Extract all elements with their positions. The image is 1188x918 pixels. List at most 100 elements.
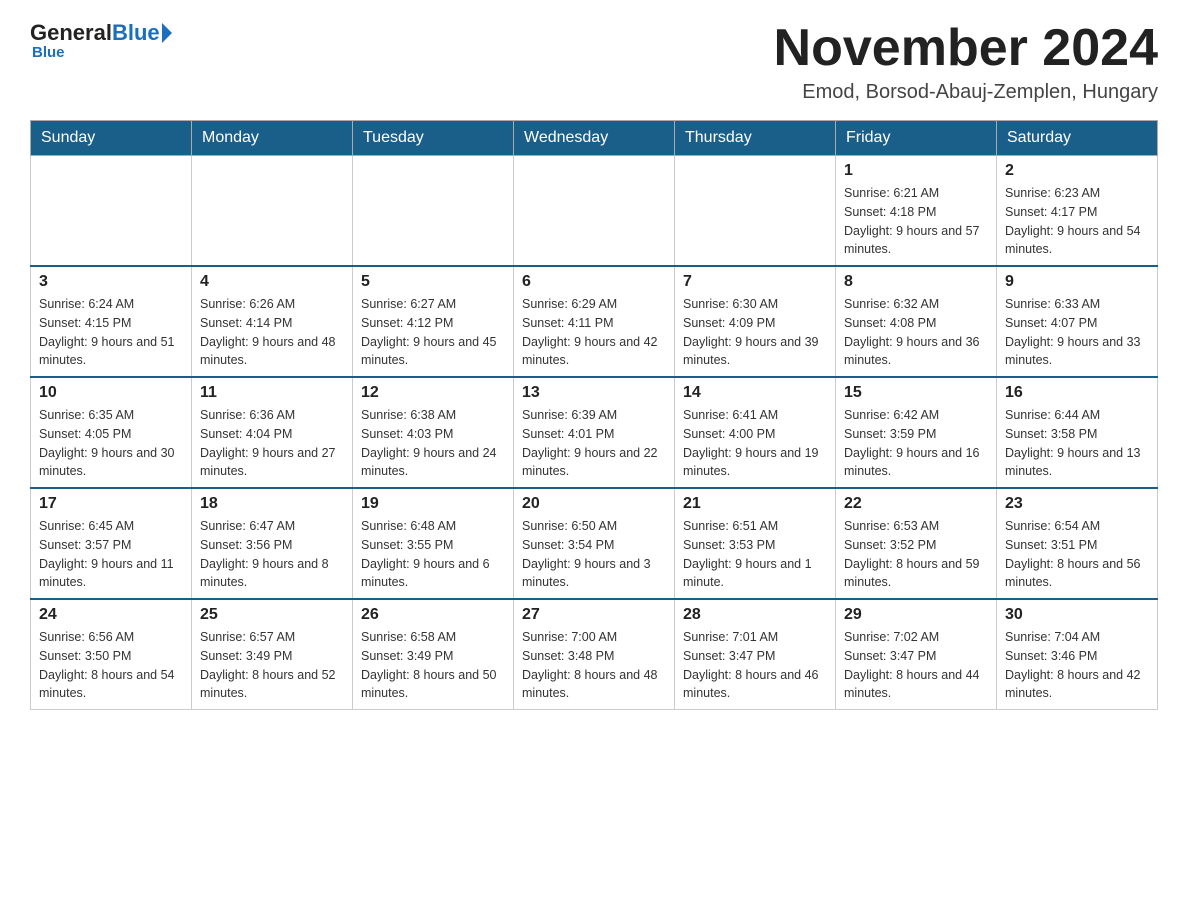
cell-sun-info: Sunrise: 6:54 AMSunset: 3:51 PMDaylight:… bbox=[1005, 517, 1149, 592]
cell-day-number: 15 bbox=[844, 384, 988, 402]
calendar-cell bbox=[675, 156, 836, 267]
cell-sun-info: Sunrise: 6:24 AMSunset: 4:15 PMDaylight:… bbox=[39, 295, 183, 370]
cell-sun-info: Sunrise: 6:44 AMSunset: 3:58 PMDaylight:… bbox=[1005, 406, 1149, 481]
calendar-cell: 18 Sunrise: 6:47 AMSunset: 3:56 PMDayligh… bbox=[192, 488, 353, 599]
cell-day-number: 8 bbox=[844, 273, 988, 291]
cell-day-number: 13 bbox=[522, 384, 666, 402]
calendar-cell: 16Sunrise: 6:44 AMSunset: 3:58 PMDayligh… bbox=[997, 377, 1158, 488]
calendar-cell: 3 Sunrise: 6:24 AMSunset: 4:15 PMDaylight… bbox=[31, 266, 192, 377]
calendar-cell: 8 Sunrise: 6:32 AMSunset: 4:08 PMDaylight… bbox=[836, 266, 997, 377]
cell-day-number: 2 bbox=[1005, 162, 1149, 180]
calendar-cell bbox=[514, 156, 675, 267]
cell-day-number: 1 bbox=[844, 162, 988, 180]
logo-container: GeneralBlue Blue bbox=[30, 20, 172, 61]
cell-day-number: 25 bbox=[200, 606, 344, 624]
calendar-cell: 11 Sunrise: 6:36 AMSunset: 4:04 PMDayligh… bbox=[192, 377, 353, 488]
weekday-header-tuesday: Tuesday bbox=[353, 121, 514, 156]
cell-sun-info: Sunrise: 7:00 AMSunset: 3:48 PMDaylight:… bbox=[522, 628, 666, 703]
logo-tagline: Blue bbox=[32, 44, 65, 61]
month-title: November 2024 bbox=[774, 20, 1158, 77]
cell-sun-info: Sunrise: 6:23 AMSunset: 4:17 PMDaylight:… bbox=[1005, 184, 1149, 259]
cell-day-number: 26 bbox=[361, 606, 505, 624]
cell-sun-info: Sunrise: 6:27 AMSunset: 4:12 PMDaylight:… bbox=[361, 295, 505, 370]
cell-sun-info: Sunrise: 6:58 AMSunset: 3:49 PMDaylight:… bbox=[361, 628, 505, 703]
cell-day-number: 18 bbox=[200, 495, 344, 513]
cell-day-number: 28 bbox=[683, 606, 827, 624]
cell-day-number: 9 bbox=[1005, 273, 1149, 291]
cell-sun-info: Sunrise: 6:42 AMSunset: 3:59 PMDaylight:… bbox=[844, 406, 988, 481]
calendar-cell: 21 Sunrise: 6:51 AMSunset: 3:53 PMDayligh… bbox=[675, 488, 836, 599]
weekday-header-saturday: Saturday bbox=[997, 121, 1158, 156]
cell-sun-info: Sunrise: 6:41 AMSunset: 4:00 PMDaylight:… bbox=[683, 406, 827, 481]
calendar-cell: 7Sunrise: 6:30 AMSunset: 4:09 PMDaylight… bbox=[675, 266, 836, 377]
logo-arrow-icon bbox=[162, 23, 172, 43]
weekday-header-wednesday: Wednesday bbox=[514, 121, 675, 156]
calendar-cell: 12 Sunrise: 6:38 AMSunset: 4:03 PMDayligh… bbox=[353, 377, 514, 488]
cell-day-number: 12 bbox=[361, 384, 505, 402]
weekday-header-thursday: Thursday bbox=[675, 121, 836, 156]
cell-sun-info: Sunrise: 6:45 AMSunset: 3:57 PMDaylight:… bbox=[39, 517, 183, 592]
cell-day-number: 14 bbox=[683, 384, 827, 402]
cell-day-number: 10 bbox=[39, 384, 183, 402]
calendar-cell: 15 Sunrise: 6:42 AMSunset: 3:59 PMDayligh… bbox=[836, 377, 997, 488]
location-subtitle: Emod, Borsod-Abauj-Zemplen, Hungary bbox=[774, 81, 1158, 104]
calendar-cell: 17 Sunrise: 6:45 AMSunset: 3:57 PMDayligh… bbox=[31, 488, 192, 599]
cell-day-number: 19 bbox=[361, 495, 505, 513]
cell-sun-info: Sunrise: 6:29 AMSunset: 4:11 PMDaylight:… bbox=[522, 295, 666, 370]
calendar-week-row-2: 10 Sunrise: 6:35 AMSunset: 4:05 PMDayligh… bbox=[31, 377, 1158, 488]
cell-day-number: 27 bbox=[522, 606, 666, 624]
calendar-cell: 14 Sunrise: 6:41 AMSunset: 4:00 PMDayligh… bbox=[675, 377, 836, 488]
logo-general-text: General bbox=[30, 20, 112, 46]
cell-day-number: 6 bbox=[522, 273, 666, 291]
calendar-cell: 28 Sunrise: 7:01 AMSunset: 3:47 PMDayligh… bbox=[675, 599, 836, 710]
cell-day-number: 20 bbox=[522, 495, 666, 513]
calendar-cell: 9Sunrise: 6:33 AMSunset: 4:07 PMDaylight… bbox=[997, 266, 1158, 377]
header: GeneralBlue Blue November 2024 Emod, Bor… bbox=[30, 20, 1158, 104]
calendar-cell: 30Sunrise: 7:04 AMSunset: 3:46 PMDayligh… bbox=[997, 599, 1158, 710]
calendar-cell: 1 Sunrise: 6:21 AMSunset: 4:18 PMDaylight… bbox=[836, 156, 997, 267]
calendar-cell: 22 Sunrise: 6:53 AMSunset: 3:52 PMDayligh… bbox=[836, 488, 997, 599]
cell-day-number: 5 bbox=[361, 273, 505, 291]
cell-sun-info: Sunrise: 6:35 AMSunset: 4:05 PMDaylight:… bbox=[39, 406, 183, 481]
calendar-cell: 6 Sunrise: 6:29 AMSunset: 4:11 PMDaylight… bbox=[514, 266, 675, 377]
cell-sun-info: Sunrise: 6:50 AMSunset: 3:54 PMDaylight:… bbox=[522, 517, 666, 592]
cell-day-number: 21 bbox=[683, 495, 827, 513]
cell-sun-info: Sunrise: 6:30 AMSunset: 4:09 PMDaylight:… bbox=[683, 295, 827, 370]
cell-sun-info: Sunrise: 6:51 AMSunset: 3:53 PMDaylight:… bbox=[683, 517, 827, 592]
cell-sun-info: Sunrise: 6:36 AMSunset: 4:04 PMDaylight:… bbox=[200, 406, 344, 481]
cell-sun-info: Sunrise: 6:39 AMSunset: 4:01 PMDaylight:… bbox=[522, 406, 666, 481]
calendar-cell: 5 Sunrise: 6:27 AMSunset: 4:12 PMDaylight… bbox=[353, 266, 514, 377]
cell-day-number: 3 bbox=[39, 273, 183, 291]
cell-sun-info: Sunrise: 6:38 AMSunset: 4:03 PMDaylight:… bbox=[361, 406, 505, 481]
calendar-cell: 4Sunrise: 6:26 AMSunset: 4:14 PMDaylight… bbox=[192, 266, 353, 377]
calendar-cell bbox=[31, 156, 192, 267]
cell-sun-info: Sunrise: 6:32 AMSunset: 4:08 PMDaylight:… bbox=[844, 295, 988, 370]
cell-day-number: 17 bbox=[39, 495, 183, 513]
cell-sun-info: Sunrise: 6:56 AMSunset: 3:50 PMDaylight:… bbox=[39, 628, 183, 703]
weekday-header-row: SundayMondayTuesdayWednesdayThursdayFrid… bbox=[31, 121, 1158, 156]
calendar-cell: 27 Sunrise: 7:00 AMSunset: 3:48 PMDayligh… bbox=[514, 599, 675, 710]
cell-sun-info: Sunrise: 6:21 AMSunset: 4:18 PMDaylight:… bbox=[844, 184, 988, 259]
cell-sun-info: Sunrise: 6:53 AMSunset: 3:52 PMDaylight:… bbox=[844, 517, 988, 592]
calendar-cell: 23Sunrise: 6:54 AMSunset: 3:51 PMDayligh… bbox=[997, 488, 1158, 599]
calendar-cell bbox=[353, 156, 514, 267]
weekday-header-friday: Friday bbox=[836, 121, 997, 156]
calendar-cell: 26 Sunrise: 6:58 AMSunset: 3:49 PMDayligh… bbox=[353, 599, 514, 710]
calendar-cell: 20 Sunrise: 6:50 AMSunset: 3:54 PMDayligh… bbox=[514, 488, 675, 599]
cell-day-number: 24 bbox=[39, 606, 183, 624]
calendar-week-row-0: 1 Sunrise: 6:21 AMSunset: 4:18 PMDaylight… bbox=[31, 156, 1158, 267]
cell-day-number: 29 bbox=[844, 606, 988, 624]
weekday-header-sunday: Sunday bbox=[31, 121, 192, 156]
logo: GeneralBlue bbox=[30, 20, 172, 46]
calendar-cell: 24 Sunrise: 6:56 AMSunset: 3:50 PMDayligh… bbox=[31, 599, 192, 710]
cell-day-number: 22 bbox=[844, 495, 988, 513]
calendar-week-row-3: 17 Sunrise: 6:45 AMSunset: 3:57 PMDayligh… bbox=[31, 488, 1158, 599]
cell-sun-info: Sunrise: 6:26 AMSunset: 4:14 PMDaylight:… bbox=[200, 295, 344, 370]
cell-sun-info: Sunrise: 7:02 AMSunset: 3:47 PMDaylight:… bbox=[844, 628, 988, 703]
cell-day-number: 11 bbox=[200, 384, 344, 402]
cell-sun-info: Sunrise: 7:01 AMSunset: 3:47 PMDaylight:… bbox=[683, 628, 827, 703]
calendar-cell: 13 Sunrise: 6:39 AMSunset: 4:01 PMDayligh… bbox=[514, 377, 675, 488]
cell-day-number: 30 bbox=[1005, 606, 1149, 624]
calendar-week-row-1: 3 Sunrise: 6:24 AMSunset: 4:15 PMDaylight… bbox=[31, 266, 1158, 377]
cell-sun-info: Sunrise: 6:47 AMSunset: 3:56 PMDaylight:… bbox=[200, 517, 344, 592]
